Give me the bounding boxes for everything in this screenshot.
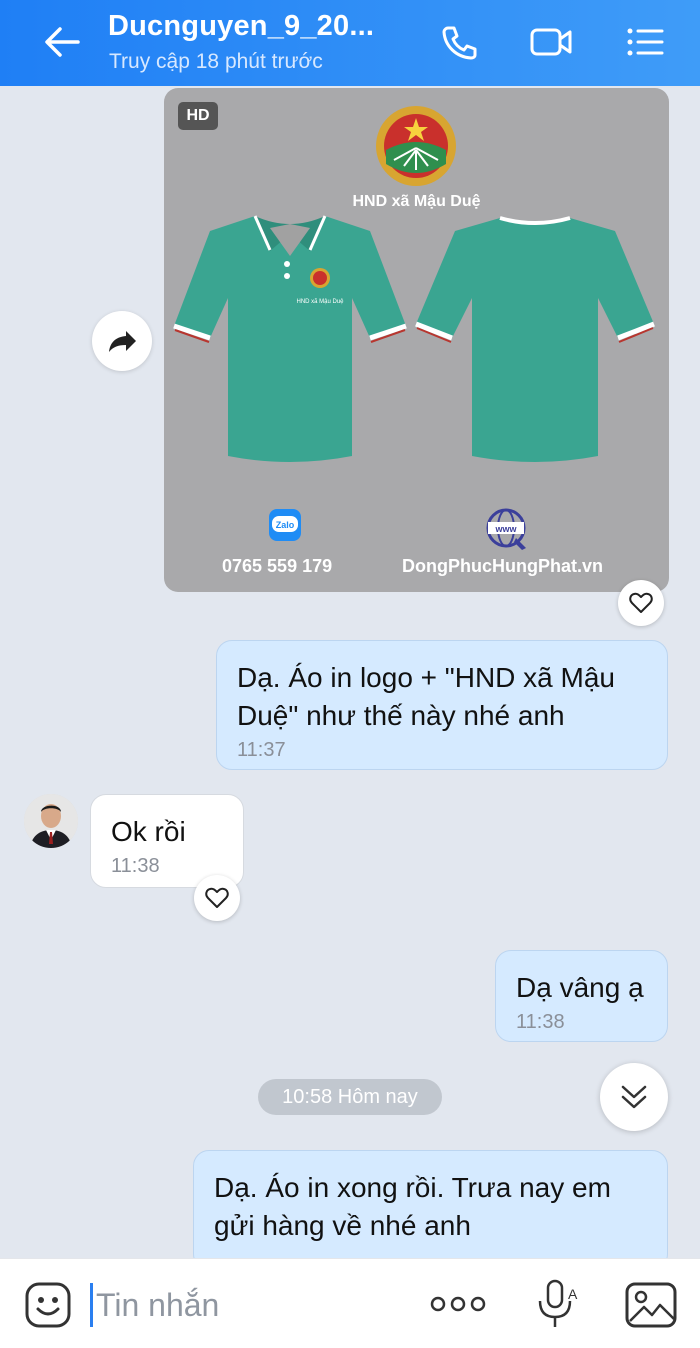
message-time: 11:37 [237, 739, 286, 761]
share-arrow-icon [109, 331, 136, 352]
voice-mic-icon[interactable]: A [534, 1277, 578, 1333]
heart-icon [629, 592, 653, 613]
react-heart-button[interactable] [618, 580, 664, 626]
message-bubble-outgoing[interactable]: Dạ. Áo in logo + "HND xã Mậu Duệ" như thế… [216, 640, 668, 770]
date-separator: 10:58 Hôm nay [258, 1079, 442, 1115]
menu-list-icon[interactable] [622, 20, 668, 64]
message-text: Dạ. Áo in logo + "HND xã Mậu Duệ" như thế… [237, 662, 615, 731]
image-website: DongPhucHungPhat.vn [402, 556, 603, 576]
message-bubble-incoming[interactable]: Ok rồi 11:38 [90, 794, 244, 888]
double-chevron-down-icon [621, 1085, 647, 1109]
globe-www-icon: www [484, 506, 532, 554]
gallery-icon[interactable] [624, 1281, 678, 1329]
message-composer: A [0, 1258, 700, 1348]
image-phone-number: 0765 559 179 [222, 556, 333, 576]
scroll-to-bottom-button[interactable] [600, 1063, 668, 1131]
zalo-logo-icon: Zalo [268, 508, 302, 542]
contact-name[interactable]: Ducnguyen_9_20... [108, 10, 374, 43]
avatar[interactable] [24, 794, 78, 848]
message-input[interactable] [96, 1281, 396, 1329]
message-text: Dạ vâng ạ [516, 972, 644, 1003]
polo-shirt-front: HND xã Mậu Duệ [170, 206, 410, 466]
emoji-icon[interactable] [24, 1281, 72, 1329]
svg-text:HND xã Mậu Duệ: HND xã Mậu Duệ [296, 299, 344, 305]
more-dots-icon[interactable] [428, 1289, 488, 1319]
message-text: Ok rồi [111, 816, 186, 847]
association-logo [374, 104, 458, 188]
message-time: 11:38 [111, 855, 160, 877]
zalo-logo-label: Zalo [276, 520, 295, 530]
chat-header: Ducnguyen_9_20... Truy cập 18 phút trước [0, 0, 700, 86]
last-seen-status: Truy cập 18 phút trước [109, 50, 323, 73]
message-text: Dạ. Áo in xong rồi. Trưa nay em gửi hàng … [214, 1172, 611, 1241]
message-time: 11:38 [516, 1011, 565, 1033]
svg-text:A: A [568, 1286, 578, 1302]
forward-button[interactable] [92, 311, 152, 371]
heart-icon [205, 887, 229, 908]
message-bubble-outgoing[interactable]: Dạ vâng ạ 11:38 [495, 950, 668, 1042]
polo-shirt-back [410, 206, 660, 466]
text-cursor [90, 1283, 93, 1327]
hd-badge[interactable]: HD [178, 102, 218, 130]
react-heart-button[interactable] [194, 875, 240, 921]
back-arrow-icon[interactable] [38, 20, 86, 64]
phone-icon[interactable] [436, 20, 482, 64]
www-logo-label: www [494, 524, 517, 534]
image-message[interactable]: HD HND xã Mậu Duệ HND xã Mậu Duệ Zalo ww… [164, 88, 669, 592]
video-call-icon[interactable] [528, 20, 574, 64]
message-bubble-outgoing[interactable]: Dạ. Áo in xong rồi. Trưa nay em gửi hàng … [193, 1150, 668, 1270]
